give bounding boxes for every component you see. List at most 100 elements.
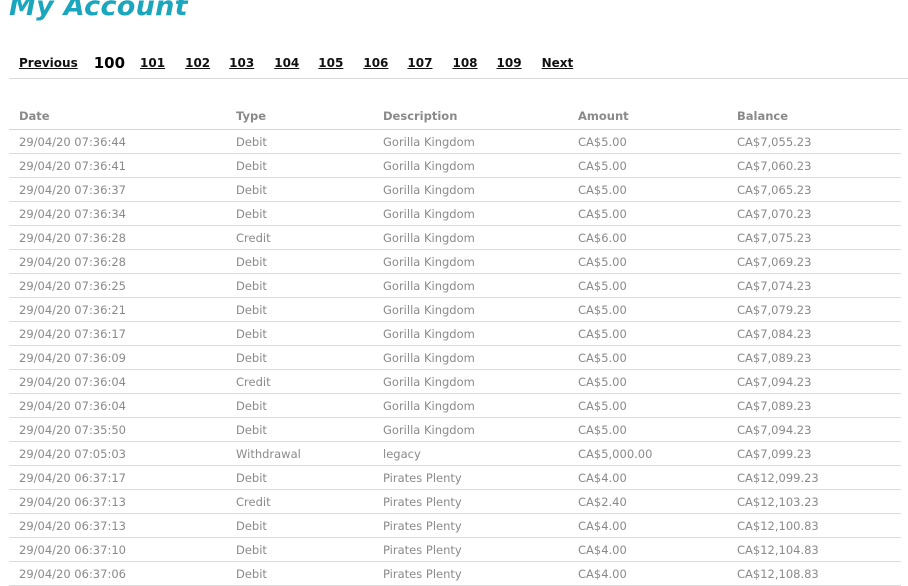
cell-description: Pirates Plenty: [373, 561, 568, 586]
cell-description: Pirates Plenty: [373, 465, 568, 490]
cell-amount: CA$5.00: [568, 393, 727, 418]
cell-balance: CA$7,089.23: [727, 345, 901, 370]
cell-type: Debit: [226, 345, 373, 370]
cell-amount: CA$6.00: [568, 225, 727, 250]
cell-balance: CA$7,060.23: [727, 153, 901, 178]
cell-date: 29/04/20 07:36:25: [9, 273, 226, 298]
cell-description: Gorilla Kingdom: [373, 297, 568, 322]
transactions-table: Date Type Description Amount Balance 29/…: [9, 103, 901, 586]
cell-type: Debit: [226, 465, 373, 490]
cell-type: Debit: [226, 129, 373, 154]
cell-description: Gorilla Kingdom: [373, 417, 568, 442]
cell-balance: CA$12,099.23: [727, 465, 901, 490]
table-row: 29/04/20 07:36:17 Debit Gorilla Kingdom CA$…: [9, 321, 901, 346]
cell-balance: CA$7,079.23: [727, 297, 901, 322]
cell-type: Debit: [226, 273, 373, 298]
cell-description: Pirates Plenty: [373, 513, 568, 538]
table-row: 29/04/20 07:36:28 Credit Gorilla Kingdom CA…: [9, 225, 901, 250]
cell-balance: CA$7,074.23: [727, 273, 901, 298]
cell-amount: CA$5,000.00: [568, 441, 727, 466]
cell-date: 29/04/20 07:36:41: [9, 153, 226, 178]
cell-date: 29/04/20 06:37:06: [9, 561, 226, 586]
cell-amount: CA$4.00: [568, 513, 727, 538]
cell-description: Pirates Plenty: [373, 489, 568, 514]
page-title: My Account: [9, 0, 188, 22]
cell-date: 29/04/20 07:36:28: [9, 225, 226, 250]
cell-description: Gorilla Kingdom: [373, 129, 568, 154]
cell-type: Debit: [226, 537, 373, 562]
pagination-page-link[interactable]: 107: [407, 56, 432, 70]
cell-balance: CA$12,103.23: [727, 489, 901, 514]
cell-type: Debit: [226, 249, 373, 274]
cell-amount: CA$5.00: [568, 201, 727, 226]
pagination-page-link[interactable]: 105: [318, 56, 343, 70]
cell-description: Pirates Plenty: [373, 537, 568, 562]
cell-description: Gorilla Kingdom: [373, 249, 568, 274]
table-row: 29/04/20 06:37:06 Debit Pirates Plenty CA$4…: [9, 561, 901, 586]
cell-date: 29/04/20 06:37:17: [9, 465, 226, 490]
column-header-amount: Amount: [568, 103, 727, 130]
column-header-description: Description: [373, 103, 568, 130]
pagination-previous-link[interactable]: Previous: [19, 56, 78, 70]
pagination-page-link[interactable]: 101: [140, 56, 165, 70]
cell-type: Debit: [226, 201, 373, 226]
cell-type: Withdrawal: [226, 441, 373, 466]
pagination-current-page: 100: [93, 54, 126, 72]
cell-type: Debit: [226, 153, 373, 178]
cell-balance: CA$7,065.23: [727, 177, 901, 202]
pagination-page-link[interactable]: 108: [452, 56, 477, 70]
cell-balance: CA$7,094.23: [727, 417, 901, 442]
column-header-balance: Balance: [727, 103, 901, 130]
cell-balance: CA$7,055.23: [727, 129, 901, 154]
cell-type: Debit: [226, 513, 373, 538]
cell-balance: CA$7,099.23: [727, 441, 901, 466]
cell-type: Debit: [226, 321, 373, 346]
cell-type: Debit: [226, 393, 373, 418]
pagination-next-link[interactable]: Next: [542, 56, 574, 70]
cell-date: 29/04/20 07:05:03: [9, 441, 226, 466]
transactions-table-body: 29/04/20 07:36:44 Debit Gorilla Kingdom CA$…: [9, 129, 901, 586]
table-row: 29/04/20 07:36:41 Debit Gorilla Kingdom CA$…: [9, 153, 901, 178]
pagination-page-link[interactable]: 104: [274, 56, 299, 70]
cell-amount: CA$5.00: [568, 369, 727, 394]
cell-amount: CA$4.00: [568, 537, 727, 562]
table-row: 29/04/20 07:36:28 Debit Gorilla Kingdom CA$…: [9, 249, 901, 274]
cell-amount: CA$2.40: [568, 489, 727, 514]
table-row: 29/04/20 07:36:21 Debit Gorilla Kingdom CA$…: [9, 297, 901, 322]
cell-amount: CA$4.00: [568, 465, 727, 490]
cell-type: Debit: [226, 177, 373, 202]
table-row: 29/04/20 07:05:03 Withdrawal legacy CA$5,00…: [9, 441, 901, 466]
pagination: Previous 100 101 102 103 104 105 106 107…: [19, 52, 573, 74]
cell-amount: CA$5.00: [568, 417, 727, 442]
cell-date: 29/04/20 07:36:04: [9, 369, 226, 394]
table-row: 29/04/20 07:36:25 Debit Gorilla Kingdom CA$…: [9, 273, 901, 298]
cell-date: 29/04/20 07:36:21: [9, 297, 226, 322]
table-row: 29/04/20 07:36:09 Debit Gorilla Kingdom CA$…: [9, 345, 901, 370]
cell-balance: CA$7,070.23: [727, 201, 901, 226]
pagination-page-link[interactable]: 106: [363, 56, 388, 70]
cell-type: Credit: [226, 369, 373, 394]
cell-date: 29/04/20 06:37:13: [9, 489, 226, 514]
table-row: 29/04/20 07:36:04 Credit Gorilla Kingdom CA…: [9, 369, 901, 394]
column-header-type: Type: [226, 103, 373, 130]
pagination-page-link[interactable]: 103: [229, 56, 254, 70]
cell-description: Gorilla Kingdom: [373, 201, 568, 226]
cell-date: 29/04/20 07:36:37: [9, 177, 226, 202]
table-row: 29/04/20 07:36:34 Debit Gorilla Kingdom CA$…: [9, 201, 901, 226]
cell-amount: CA$5.00: [568, 297, 727, 322]
cell-description: Gorilla Kingdom: [373, 273, 568, 298]
cell-date: 29/04/20 06:37:10: [9, 537, 226, 562]
cell-description: Gorilla Kingdom: [373, 153, 568, 178]
cell-amount: CA$4.00: [568, 561, 727, 586]
table-header-row: Date Type Description Amount Balance: [9, 103, 901, 130]
pagination-divider: [9, 78, 908, 79]
cell-description: Gorilla Kingdom: [373, 369, 568, 394]
cell-date: 29/04/20 07:36:44: [9, 129, 226, 154]
table-row: 29/04/20 06:37:13 Credit Pirates Plenty CA$…: [9, 489, 901, 514]
cell-balance: CA$7,084.23: [727, 321, 901, 346]
table-row: 29/04/20 07:36:04 Debit Gorilla Kingdom CA$…: [9, 393, 901, 418]
pagination-page-link[interactable]: 109: [497, 56, 522, 70]
pagination-page-link[interactable]: 102: [185, 56, 210, 70]
cell-description: Gorilla Kingdom: [373, 321, 568, 346]
cell-description: legacy: [373, 441, 568, 466]
